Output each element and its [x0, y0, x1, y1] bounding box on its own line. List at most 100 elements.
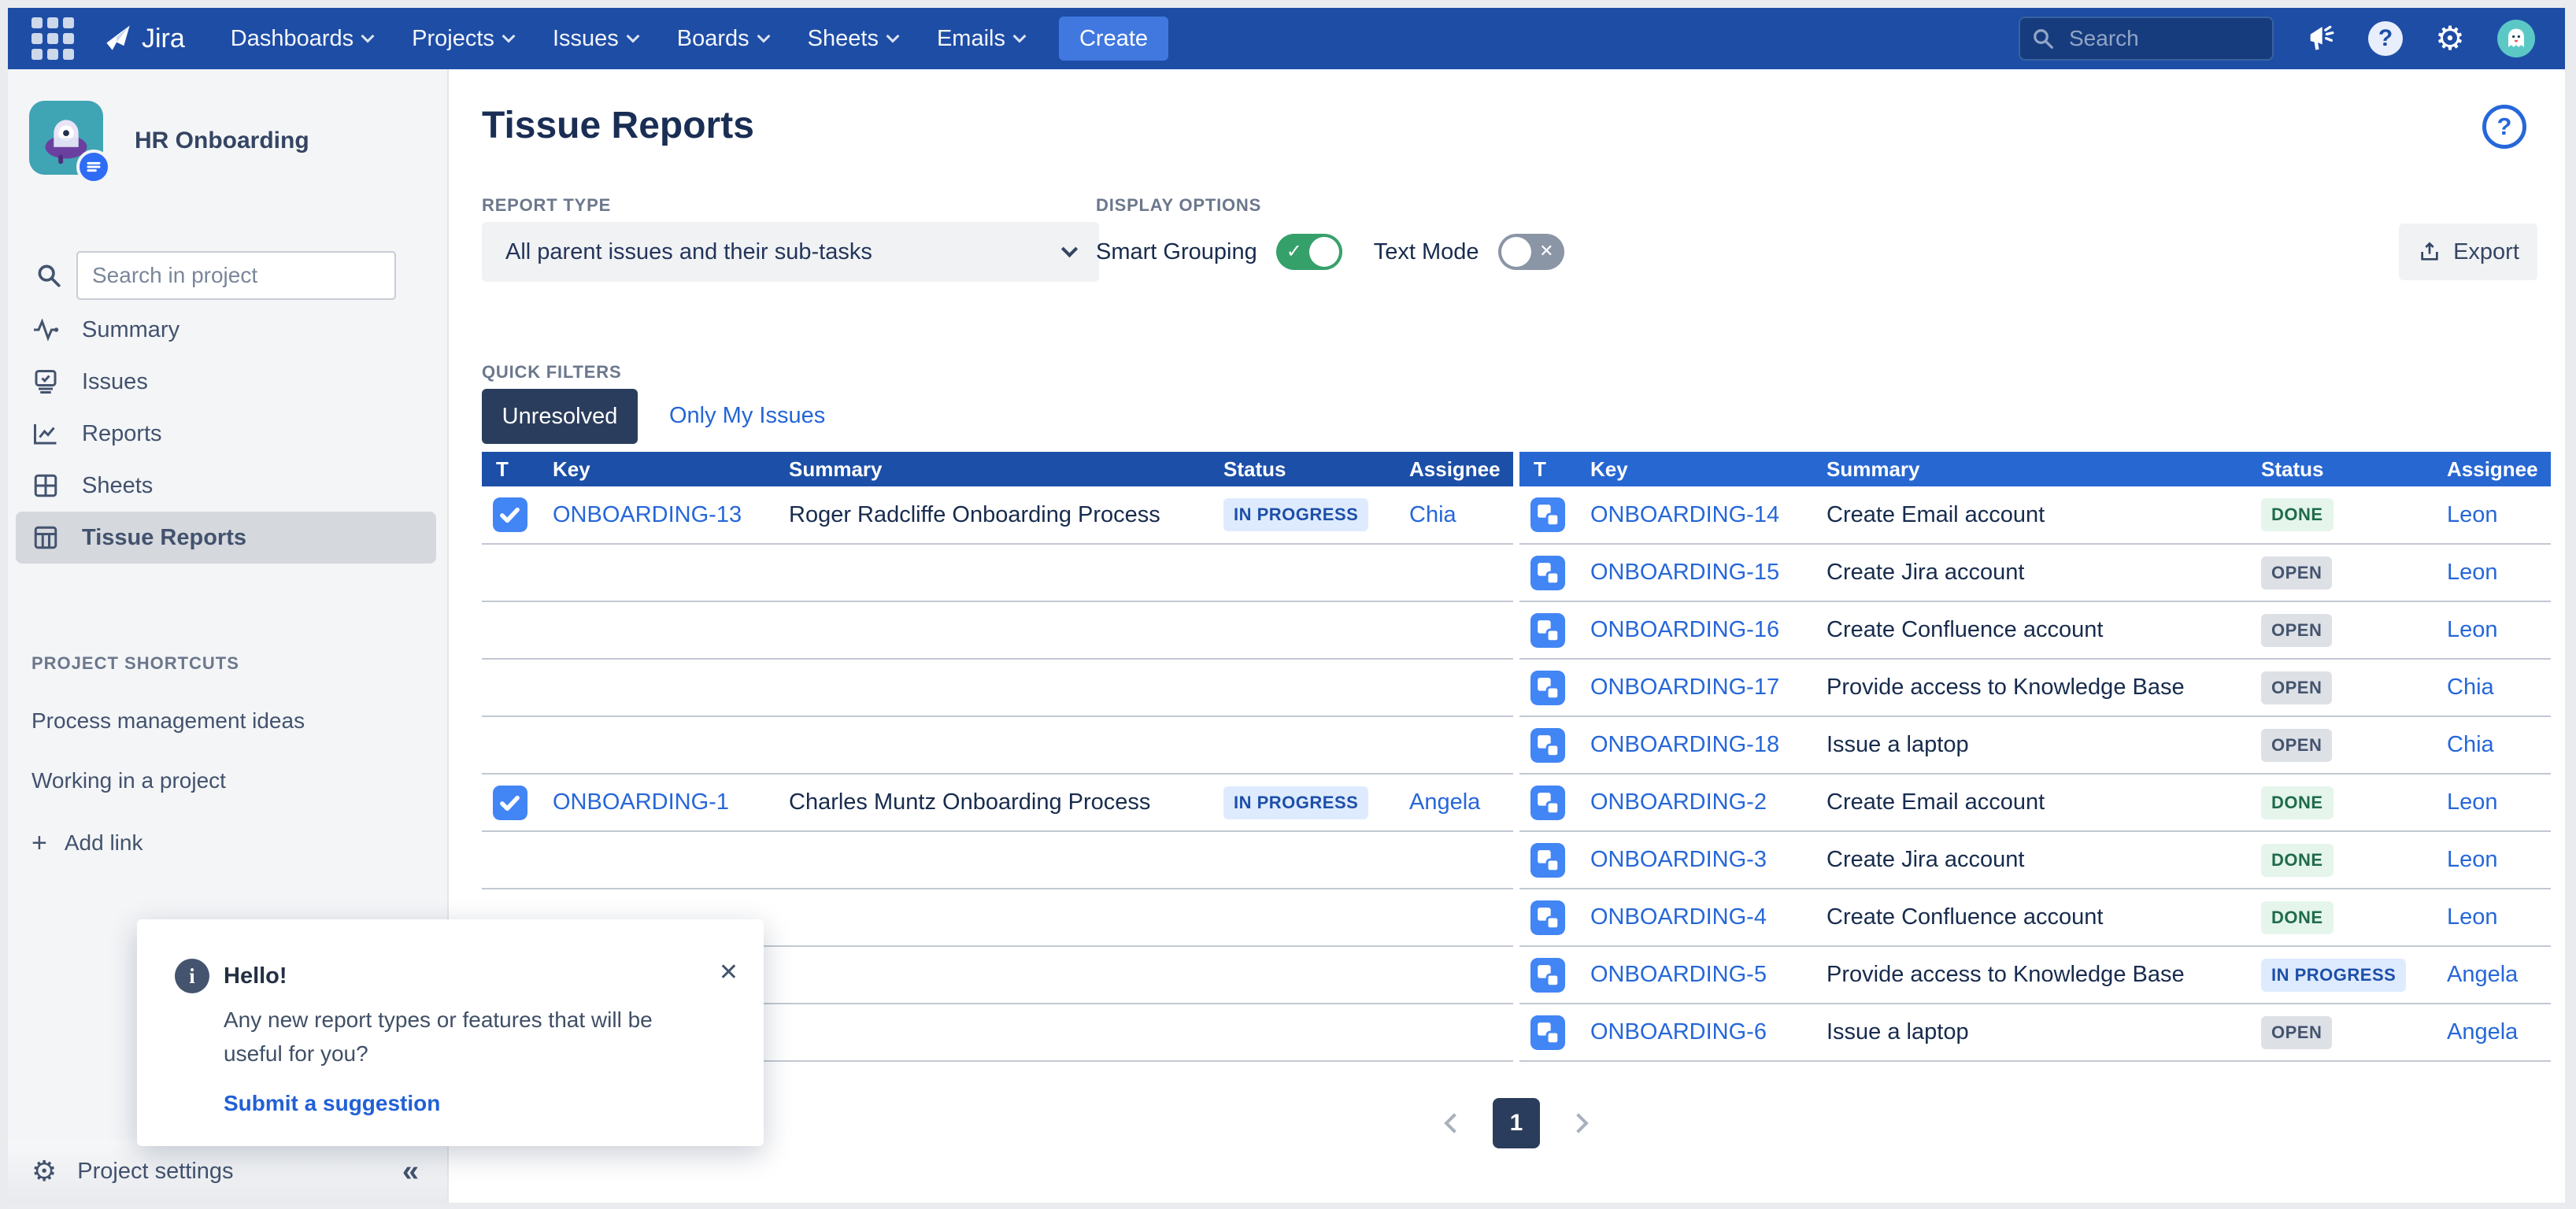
next-page-icon[interactable] — [1568, 1113, 1588, 1133]
assignee-link[interactable]: Chia — [2447, 732, 2494, 757]
sidebar-item-label: Issues — [82, 369, 148, 395]
issue-key-link[interactable]: ONBOARDING-17 — [1590, 675, 1779, 700]
sidebar-item-issues[interactable]: Issues — [16, 356, 436, 408]
subtask-icon — [1530, 900, 1565, 935]
table-row: ONBOARDING-5 Provide access to Knowledge … — [1519, 946, 2551, 1004]
issues-icon — [31, 368, 60, 396]
task-icon — [493, 497, 527, 532]
issue-key-link[interactable]: ONBOARDING-15 — [1590, 560, 1779, 585]
previous-page-icon[interactable] — [1444, 1113, 1464, 1133]
issue-key-link[interactable]: ONBOARDING-2 — [1590, 789, 1767, 815]
user-avatar[interactable] — [2497, 20, 2535, 57]
status-badge: IN PROGRESS — [1223, 786, 1368, 819]
nav-item-emails[interactable]: Emails — [937, 26, 1024, 52]
issue-key-link[interactable]: ONBOARDING-1 — [553, 789, 729, 815]
assignee-link[interactable]: Leon — [2447, 789, 2498, 815]
nav-item-sheets[interactable]: Sheets — [808, 26, 898, 52]
filter-only-my-issues-link[interactable]: Only My Issues — [669, 403, 825, 429]
smart-grouping-toggle[interactable]: ✓ — [1276, 234, 1342, 270]
sidebar-item-sheets[interactable]: Sheets — [16, 460, 436, 512]
report-type-select[interactable]: All parent issues and their sub-tasks — [482, 222, 1099, 282]
issue-key-link[interactable]: ONBOARDING-13 — [553, 502, 742, 527]
assignee-link[interactable]: Angela — [2447, 962, 2518, 987]
text-mode-toggle[interactable]: ✕ — [1498, 234, 1564, 270]
add-link-label: Add link — [65, 830, 143, 856]
sidebar-item-label: Tissue Reports — [82, 525, 246, 551]
issue-key-link[interactable]: ONBOARDING-4 — [1590, 904, 1767, 930]
app-switcher-icon[interactable] — [31, 17, 74, 60]
ghost-avatar-icon — [2500, 23, 2532, 54]
sidebar-item-reports[interactable]: Reports — [16, 408, 436, 460]
assignee-link[interactable]: Chia — [2447, 675, 2494, 700]
assignee-link[interactable]: Leon — [2447, 560, 2498, 585]
table-row: ONBOARDING-17Provide access to Knowledge… — [1519, 659, 2551, 716]
gear-icon[interactable]: ⚙ — [2433, 21, 2467, 56]
status-badge: OPEN — [2261, 1016, 2332, 1049]
chevron-down-icon — [361, 30, 375, 43]
sidebar-item-label: Reports — [82, 421, 162, 447]
project-search-input[interactable] — [76, 251, 396, 300]
assignee-link[interactable]: Leon — [2447, 617, 2498, 642]
issue-key-link[interactable]: ONBOARDING-16 — [1590, 617, 1779, 642]
issue-key-link[interactable]: ONBOARDING-3 — [1590, 847, 1767, 872]
report-type-label: REPORT TYPE — [482, 195, 611, 216]
status-badge: DONE — [2261, 844, 2334, 877]
issue-summary: Create Jira account — [1827, 560, 2024, 585]
shortcut-link[interactable]: Working in a project — [31, 768, 305, 793]
shortcut-link[interactable]: Process management ideas — [31, 708, 305, 734]
chevron-down-icon — [1061, 240, 1078, 257]
assignee-link[interactable]: Angela — [2447, 1019, 2518, 1044]
issue-key-link[interactable]: ONBOARDING-18 — [1590, 732, 1779, 757]
assignee-link[interactable]: Leon — [2447, 847, 2498, 872]
help-icon[interactable]: ? — [2368, 21, 2403, 56]
status-badge: OPEN — [2261, 614, 2332, 647]
assignee-link[interactable]: Chia — [1409, 502, 1456, 527]
column-header: T — [482, 452, 540, 486]
jira-logo[interactable]: Jira — [101, 21, 185, 56]
issue-key-link[interactable]: ONBOARDING-14 — [1590, 502, 1779, 527]
filter-unresolved-button[interactable]: Unresolved — [482, 389, 638, 444]
collapse-sidebar-icon[interactable]: « — [402, 1155, 419, 1189]
table-row: ONBOARDING-13Roger Radcliffe Onboarding … — [482, 486, 1513, 544]
issue-summary: Provide access to Knowledge Base — [1827, 962, 2185, 987]
sidebar-item-summary[interactable]: Summary — [16, 304, 436, 356]
submit-suggestion-link[interactable]: Submit a suggestion — [224, 1091, 440, 1116]
nav-item-boards[interactable]: Boards — [677, 26, 768, 52]
page-number-button[interactable]: 1 — [1493, 1098, 1540, 1148]
project-settings-link[interactable]: Project settings — [77, 1159, 233, 1185]
table-header: TKeySummaryStatusAssignee — [482, 452, 1513, 486]
add-link-button[interactable]: + Add link — [31, 830, 305, 856]
table-row: ONBOARDING-4Create Confluence accountDON… — [1519, 889, 2551, 946]
jira-logo-icon — [101, 21, 135, 56]
assignee-link[interactable]: Leon — [2447, 904, 2498, 930]
nav-item-dashboards[interactable]: Dashboards — [231, 26, 372, 52]
announcements-megaphone-icon[interactable] — [2304, 21, 2338, 56]
sidebar-item-tissue-reports[interactable]: Tissue Reports — [16, 512, 436, 564]
sidebar-footer: ⚙ Project settings « — [8, 1140, 447, 1203]
global-search-input[interactable] — [2019, 17, 2274, 61]
assignee-link[interactable]: Leon — [2447, 502, 2498, 527]
issue-key-link[interactable]: ONBOARDING-6 — [1590, 1019, 1767, 1044]
toggle-knob — [1309, 237, 1339, 267]
create-button[interactable]: Create — [1059, 17, 1168, 61]
project-avatar — [29, 101, 103, 175]
assignee-link[interactable]: Angela — [1409, 789, 1480, 815]
pagination: 1 — [482, 1098, 2551, 1148]
chevron-down-icon — [1012, 30, 1026, 43]
export-button[interactable]: Export — [2399, 224, 2537, 280]
table-row — [482, 544, 1513, 601]
nav-item-issues[interactable]: Issues — [553, 26, 638, 52]
close-icon[interactable]: ✕ — [719, 959, 738, 986]
issue-summary: Create Email account — [1827, 502, 2045, 527]
table-row — [482, 831, 1513, 889]
sidebar-item-label: Sheets — [82, 473, 153, 499]
project-search — [8, 251, 447, 300]
page-help-icon[interactable]: ? — [2482, 105, 2526, 149]
status-badge: IN PROGRESS — [2261, 959, 2406, 992]
x-icon: ✕ — [1539, 241, 1553, 261]
nav-item-projects[interactable]: Projects — [412, 26, 513, 52]
subtask-icon — [1530, 843, 1565, 878]
status-badge: DONE — [2261, 498, 2334, 531]
issue-key-link[interactable]: ONBOARDING-5 — [1590, 962, 1767, 987]
column-header: Key — [540, 452, 776, 486]
